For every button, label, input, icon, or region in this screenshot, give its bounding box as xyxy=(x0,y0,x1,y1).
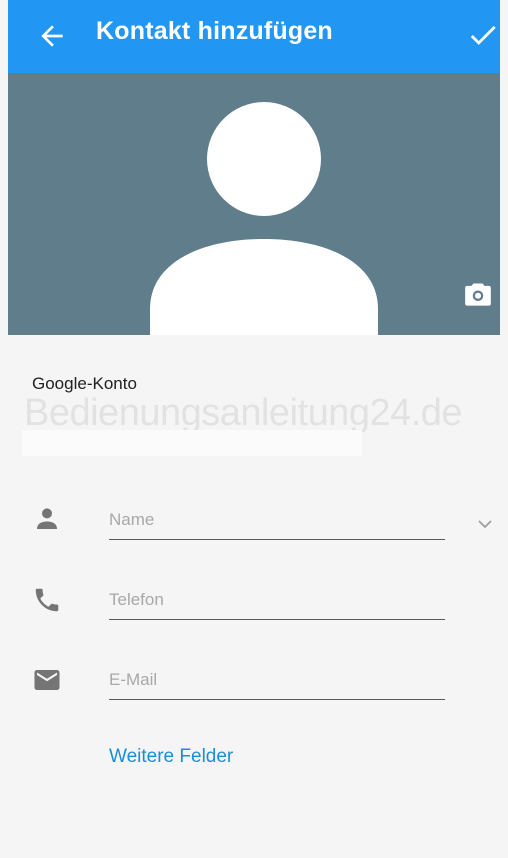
arrow-left-icon[interactable] xyxy=(36,20,68,52)
account-selector[interactable] xyxy=(22,430,362,456)
contact-photo-area[interactable] xyxy=(8,73,500,335)
email-field[interactable] xyxy=(109,660,445,700)
name-field[interactable] xyxy=(109,500,445,540)
chevron-down-icon[interactable] xyxy=(473,512,497,536)
phone-field[interactable] xyxy=(109,580,445,620)
account-label: Google-Konto xyxy=(32,374,137,393)
add-contact-screen: Kontakt hinzufügen Google-Konto Bedienun… xyxy=(0,0,508,858)
camera-icon[interactable] xyxy=(464,281,492,307)
app-bar: Kontakt hinzufügen xyxy=(8,0,500,73)
phone-icon xyxy=(35,588,59,612)
more-fields-link[interactable]: Weitere Felder xyxy=(109,746,233,768)
watermark-text: Bedienungsanleitung24.de xyxy=(24,392,463,434)
person-icon xyxy=(37,508,57,529)
email-icon xyxy=(34,670,60,690)
page-title: Kontakt hinzufügen xyxy=(96,17,333,45)
person-silhouette-icon xyxy=(150,102,378,335)
checkmark-icon[interactable] xyxy=(466,18,500,52)
